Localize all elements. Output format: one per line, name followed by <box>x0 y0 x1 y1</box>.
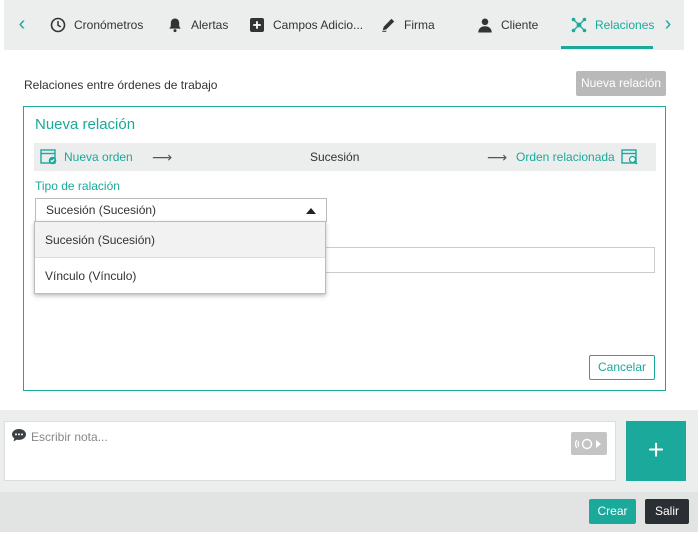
plus-square-icon <box>250 18 264 32</box>
create-button[interactable]: Crear <box>589 499 636 524</box>
tab-label: Cronómetros <box>74 18 144 32</box>
network-icon <box>571 17 587 33</box>
tab-label: Campos Adicio... <box>273 18 364 32</box>
tab-cronometros[interactable]: Cronómetros <box>50 0 143 50</box>
tab-campos-adicionales[interactable]: Campos Adicio... <box>249 0 363 50</box>
relation-type-label: Tipo de ralación <box>35 179 120 193</box>
chevron-right-icon[interactable]: › <box>658 14 678 36</box>
user-icon <box>478 18 492 33</box>
arrow-right-icon: ⟶ <box>487 149 508 165</box>
add-note-button[interactable]: + <box>626 421 686 481</box>
footer-bar: Crear Salir <box>0 492 698 532</box>
selected-value: Sucesión (Sucesión) <box>46 203 157 217</box>
tab-cliente[interactable]: Cliente <box>477 0 538 50</box>
voice-record-button[interactable] <box>571 432 607 455</box>
card-title: Nueva relación <box>35 116 136 133</box>
tab-bar: ‹ Cronómetros Alertas Campos Adicio... F… <box>4 0 684 50</box>
tab-relaciones[interactable]: Relaciones <box>571 0 654 50</box>
order-check-icon <box>40 149 57 165</box>
cancel-button[interactable]: Cancelar <box>589 355 655 380</box>
tab-label: Relaciones <box>595 18 655 32</box>
arrow-right-icon: ⟶ <box>152 149 173 165</box>
clock-icon <box>50 17 66 33</box>
microphone-play-icon <box>575 438 601 449</box>
related-order-label: Orden relacionada <box>516 150 615 164</box>
tab-alertas[interactable]: Alertas <box>167 0 228 50</box>
bell-icon <box>169 18 181 33</box>
relation-text-input[interactable] <box>324 247 655 273</box>
comment-icon <box>12 429 26 442</box>
relation-type-display: Sucesión <box>310 150 360 164</box>
new-order-link[interactable]: Nueva orden <box>40 143 133 171</box>
new-order-label: Nueva orden <box>64 150 133 164</box>
new-relation-button[interactable]: Nueva relación <box>576 71 666 96</box>
section-title: Relaciones entre órdenes de trabajo <box>24 78 218 92</box>
pen-icon <box>382 18 395 32</box>
chevron-left-icon[interactable]: ‹ <box>12 14 32 36</box>
tab-label: Alertas <box>191 18 229 32</box>
active-tab-indicator <box>561 46 653 49</box>
tab-label: Cliente <box>501 18 539 32</box>
note-input[interactable] <box>31 426 551 448</box>
tab-firma[interactable]: Firma <box>380 0 435 50</box>
order-search-icon <box>621 149 638 165</box>
note-box <box>4 421 616 481</box>
relation-flow-bar: Nueva orden ⟶ Sucesión ⟶ Orden relaciona… <box>34 143 656 171</box>
dropdown-option[interactable]: Sucesión (Sucesión) <box>35 222 325 258</box>
exit-button[interactable]: Salir <box>645 499 689 524</box>
dropdown-option[interactable]: Vínculo (Vínculo) <box>35 258 325 294</box>
relation-type-select[interactable]: Sucesión (Sucesión) <box>35 198 327 222</box>
tab-label: Firma <box>404 18 435 32</box>
relation-type-dropdown: Sucesión (Sucesión) Vínculo (Vínculo) <box>34 221 326 294</box>
caret-up-icon <box>306 208 316 214</box>
related-order-link[interactable]: Orden relacionada <box>516 143 639 171</box>
